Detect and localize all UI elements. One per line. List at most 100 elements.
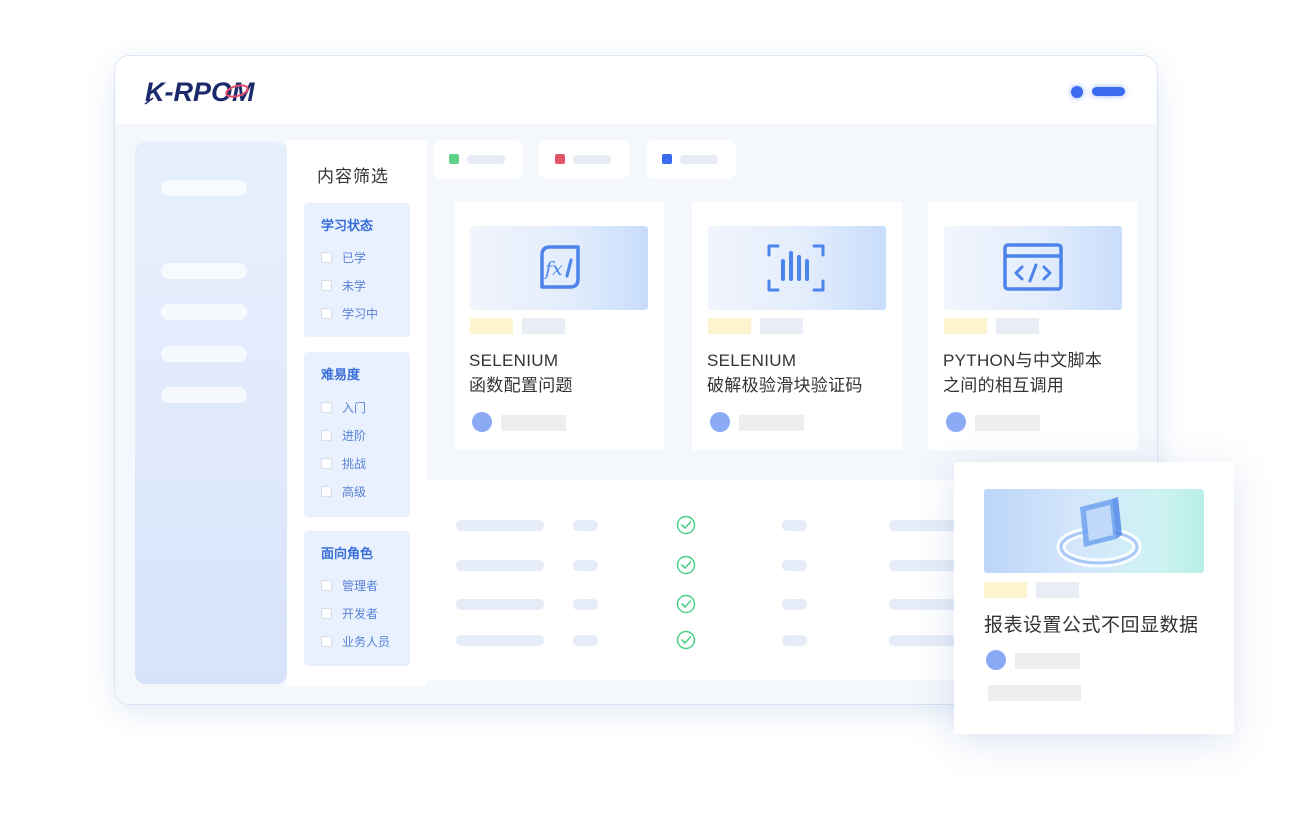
krpom-logo[interactable]: K-RPOM (143, 74, 273, 108)
author-placeholder (1015, 653, 1080, 669)
sidebar (135, 142, 287, 684)
svg-text:fx: fx (543, 258, 563, 280)
tag (470, 318, 513, 334)
card-title-line: SELENIUM (469, 351, 559, 370)
checkbox[interactable] (321, 635, 332, 647)
table-cell (456, 520, 544, 531)
status-dot (555, 154, 565, 164)
filter-option[interactable]: 未学 (321, 277, 366, 293)
top-bar: K-RPOM (115, 56, 1157, 124)
filter-group-study-status: 学习状态 已学 未学 学习中 (304, 203, 410, 337)
meta-placeholder (988, 685, 1081, 701)
filter-option[interactable]: 高级 (321, 483, 366, 499)
checkbox[interactable] (321, 401, 332, 413)
card-title[interactable]: SELENIUM 函数配置问题 (469, 348, 654, 398)
sidebar-item[interactable] (161, 304, 247, 320)
author-placeholder (501, 415, 566, 431)
checkbox[interactable] (321, 251, 332, 263)
filter-option-label: 进阶 (342, 428, 367, 443)
avatar (946, 412, 966, 432)
filter-group-title: 难易度 (321, 367, 361, 382)
filter-option[interactable]: 已学 (321, 249, 366, 265)
table-cell (889, 520, 959, 531)
card-title[interactable]: 报表设置公式不回显数据 (984, 610, 1199, 637)
card-title-line: 函数配置问题 (469, 376, 573, 395)
checkbox[interactable] (321, 429, 332, 441)
filter-option[interactable]: 进阶 (321, 427, 366, 443)
filter-option[interactable]: 学习中 (321, 305, 378, 321)
sidebar-item[interactable] (161, 180, 247, 196)
code-window-icon (1003, 243, 1063, 291)
refresh-3d-icon (1056, 497, 1142, 568)
course-card[interactable]: PYTHON与中文脚本 之间的相互调用 (928, 202, 1138, 450)
filter-option[interactable]: 管理者 (321, 577, 378, 593)
card-title-line: PYTHON与中文脚本 (943, 351, 1103, 370)
filter-panel: 内容筛选 学习状态 已学 未学 学习中 难易度 入门 进阶 挑战 高级 面向角色… (287, 140, 427, 686)
filter-group-role: 面向角色 管理者 开发者 业务人员 (304, 531, 410, 666)
tag (1036, 582, 1079, 598)
filter-option[interactable]: 业务人员 (321, 633, 390, 649)
filter-option-label: 挑战 (342, 456, 367, 471)
filter-group-difficulty: 难易度 入门 进阶 挑战 高级 (304, 352, 410, 517)
tab-label-placeholder (467, 155, 505, 164)
filter-option-label: 未学 (342, 278, 367, 293)
filter-group-title: 面向角色 (321, 546, 374, 561)
course-card[interactable]: fx SELENIUM 函数配置问题 (454, 202, 664, 450)
table-cell (456, 599, 544, 610)
table-cell (456, 560, 544, 571)
card-title-line: 之间的相互调用 (943, 376, 1065, 395)
card-banner (708, 226, 886, 310)
table-cell (889, 560, 959, 571)
sidebar-item[interactable] (161, 263, 247, 279)
filter-option-label: 高级 (342, 484, 367, 499)
table-cell (782, 560, 807, 571)
tab-chip-blue[interactable] (646, 140, 736, 179)
table-cell (782, 599, 807, 610)
checkbox[interactable] (321, 307, 332, 319)
filter-option-label: 入门 (342, 400, 367, 415)
table-cell (573, 520, 598, 531)
notification-dot[interactable] (1071, 86, 1083, 98)
author-placeholder (739, 415, 804, 431)
table-cell (782, 520, 807, 531)
user-menu-pill[interactable] (1092, 87, 1125, 96)
sidebar-item[interactable] (161, 387, 247, 403)
filter-option[interactable]: 挑战 (321, 455, 366, 471)
check-circle-icon (676, 515, 696, 535)
tab-chip-green[interactable] (433, 140, 523, 179)
table-cell (456, 635, 544, 646)
card-title[interactable]: PYTHON与中文脚本 之间的相互调用 (943, 348, 1128, 398)
checkbox[interactable] (321, 485, 332, 497)
tag (944, 318, 987, 334)
filter-option-label: 学习中 (342, 306, 379, 321)
function-icon: fx (540, 245, 580, 289)
table-cell (573, 635, 598, 646)
tag (522, 318, 565, 334)
filter-option[interactable]: 入门 (321, 399, 366, 415)
status-dot (449, 154, 459, 164)
checkbox[interactable] (321, 457, 332, 469)
filter-group-title: 学习状态 (321, 218, 374, 233)
floating-course-card[interactable]: 报表设置公式不回显数据 (954, 462, 1234, 734)
course-card[interactable]: SELENIUM 破解极验滑块验证码 (692, 202, 902, 450)
filter-option[interactable]: 开发者 (321, 605, 378, 621)
tag (996, 318, 1039, 334)
avatar (710, 412, 730, 432)
filter-option-label: 管理者 (342, 578, 379, 593)
check-circle-icon (676, 630, 696, 650)
card-title-line: SELENIUM (707, 351, 797, 370)
table-cell (782, 635, 807, 646)
barcode-scan-icon (767, 244, 825, 292)
card-title[interactable]: SELENIUM 破解极验滑块验证码 (707, 348, 892, 398)
card-banner (944, 226, 1122, 310)
card-title-line: 破解极验滑块验证码 (707, 376, 863, 395)
filter-option-label: 已学 (342, 250, 367, 265)
tab-chip-red[interactable] (539, 140, 629, 179)
checkbox[interactable] (321, 579, 332, 591)
tab-label-placeholder (680, 155, 718, 164)
tag (760, 318, 803, 334)
checkbox[interactable] (321, 607, 332, 619)
table-cell (889, 599, 959, 610)
checkbox[interactable] (321, 279, 332, 291)
sidebar-item[interactable] (161, 346, 247, 362)
